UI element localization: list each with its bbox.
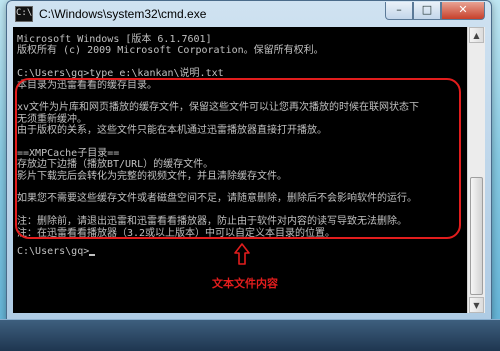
close-button[interactable]: ✕ — [441, 2, 485, 20]
scroll-down-arrow-icon[interactable]: ▼ — [469, 297, 484, 313]
annotation-label: 文本文件内容 — [212, 277, 278, 290]
caption-buttons: – □ ✕ — [385, 2, 485, 20]
window-title: C:\Windows\system32\cmd.exe — [39, 7, 207, 21]
desktop-background: C:\ C:\Windows\system32\cmd.exe – □ ✕ Mi… — [0, 0, 500, 351]
vertical-scrollbar[interactable]: ▲ ▼ — [467, 27, 485, 313]
cmd-window: C:\ C:\Windows\system32\cmd.exe – □ ✕ Mi… — [6, 0, 492, 322]
cmd-app-icon[interactable]: C:\ — [15, 6, 33, 22]
scroll-up-arrow-icon[interactable]: ▲ — [469, 27, 484, 43]
annotation-arrow-icon — [234, 243, 250, 265]
maximize-button[interactable]: □ — [413, 2, 441, 20]
console-prompt: C:\Users\gq> — [17, 246, 90, 258]
scrollbar-thumb[interactable] — [470, 177, 483, 295]
console-line: C:\Users\gq>type e:\kankan\说明.txt — [17, 68, 224, 80]
minimize-button[interactable]: – — [385, 2, 413, 20]
title-bar[interactable]: C:\ C:\Windows\system32\cmd.exe – □ ✕ — [7, 1, 491, 27]
highlight-box — [15, 78, 461, 239]
taskbar — [0, 319, 500, 351]
console-line: 版权所有 (c) 2009 Microsoft Corporation。保留所有… — [17, 45, 324, 57]
console-line: Microsoft Windows [版本 6.1.7601] — [17, 34, 212, 45]
text-cursor — [89, 254, 96, 257]
console-output[interactable]: Microsoft Windows [版本 6.1.7601] 版权所有 (c)… — [13, 27, 467, 313]
